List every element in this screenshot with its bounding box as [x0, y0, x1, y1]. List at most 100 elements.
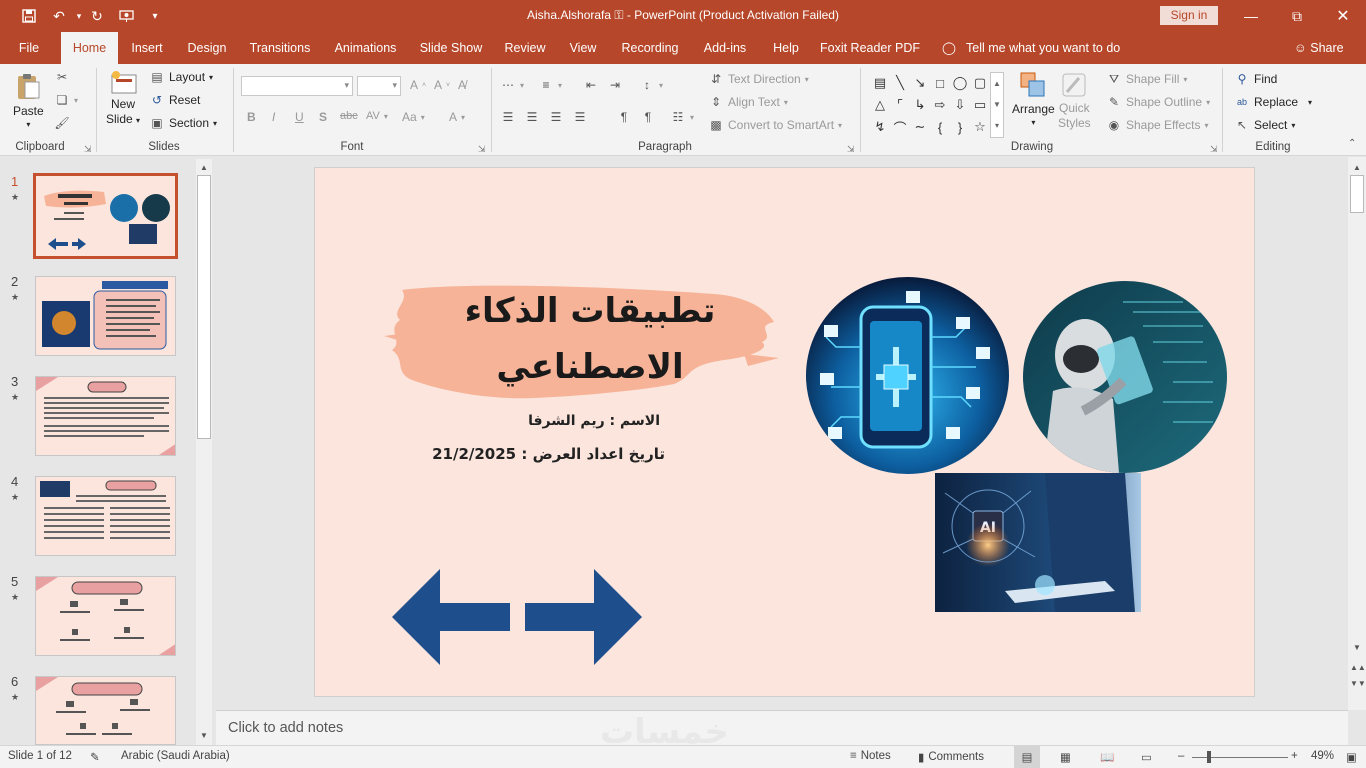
quick-styles-button[interactable]: Quick Styles	[1058, 70, 1091, 130]
zoom-slider-handle[interactable]	[1207, 751, 1211, 763]
slide-thumbnail-1[interactable]	[33, 173, 178, 259]
columns-button[interactable]: ☷ ▾	[670, 110, 694, 124]
tab-animations[interactable]: Animations	[329, 32, 402, 64]
slide-title[interactable]: تطبيقات الذكاء الاصطناعي	[440, 283, 740, 395]
collapse-ribbon-icon[interactable]: ⌃	[1348, 138, 1356, 149]
paste-button[interactable]: Paste ▾	[13, 72, 44, 129]
close-icon[interactable]: ✕	[1320, 0, 1366, 32]
fit-slide-icon[interactable]: ▣	[1346, 750, 1357, 764]
line-spacing-button[interactable]: ↕ ▾	[639, 78, 663, 92]
font-launcher-icon[interactable]: ⇲	[478, 144, 486, 155]
rtl-button[interactable]: ¶	[640, 110, 656, 124]
tab-file[interactable]: File	[10, 32, 48, 64]
oval-shape-icon[interactable]: ◯	[950, 72, 970, 94]
align-text-button[interactable]: ⇕ Align Text ▾	[708, 95, 788, 109]
change-case-button[interactable]: Aa ▾	[402, 110, 425, 124]
justify-button[interactable]: ☰	[572, 110, 588, 124]
section-button[interactable]: ▣ Section ▾	[149, 116, 217, 130]
zoom-in-button[interactable]: +	[1291, 750, 1298, 762]
slide-thumbnail-6[interactable]	[35, 676, 176, 745]
presentation-date[interactable]: تاريخ اعداد العرض : 21/2/2025	[400, 445, 665, 463]
robot-circle-image[interactable]	[1023, 281, 1227, 473]
tab-home[interactable]: Home	[61, 32, 118, 64]
numbering-button[interactable]: ≡ ▾	[538, 78, 562, 92]
tab-transitions[interactable]: Transitions	[246, 32, 314, 64]
tab-foxit-reader-pdf[interactable]: Foxit Reader PDF	[818, 32, 922, 64]
tab-design[interactable]: Design	[182, 32, 232, 64]
layout-button[interactable]: ▤ Layout ▾	[149, 70, 213, 84]
strikethrough-button[interactable]: abc	[340, 110, 358, 122]
tab-insert[interactable]: Insert	[125, 32, 169, 64]
convert-smartart-button[interactable]: ▩ Convert to SmartArt ▾	[708, 118, 842, 132]
tab-recording[interactable]: Recording	[617, 32, 683, 64]
grow-font-button[interactable]: A ˄	[410, 78, 426, 92]
triangle-shape-icon[interactable]: △	[870, 94, 890, 116]
tab-view[interactable]: View	[562, 32, 604, 64]
scroll-down-icon[interactable]: ▼	[197, 729, 211, 743]
right-arrow-shape-icon[interactable]: ⇨	[930, 94, 950, 116]
clear-formatting-button[interactable]: A̸	[458, 78, 466, 92]
underline-button[interactable]: U	[295, 110, 304, 124]
comments-button[interactable]: ▮ Comments	[918, 750, 984, 764]
find-button[interactable]: ⚲ Find	[1234, 72, 1278, 86]
drawing-launcher-icon[interactable]: ⇲	[1210, 144, 1218, 155]
rectangle-shape-icon[interactable]: □	[930, 72, 950, 94]
slide-thumbnail-5[interactable]	[35, 576, 176, 656]
flowchart-shape-icon[interactable]: ▭	[970, 94, 990, 116]
tell-me-search[interactable]: ◯ Tell me what you want to do	[942, 32, 1120, 64]
zoom-out-button[interactable]: –	[1178, 750, 1184, 762]
share-button[interactable]: ☺ Share	[1294, 32, 1344, 64]
right-brace-shape-icon[interactable]: }	[950, 116, 970, 138]
reading-view-button[interactable]: 📖	[1100, 750, 1114, 764]
sign-in-button[interactable]: Sign in	[1160, 6, 1218, 25]
clipboard-launcher-icon[interactable]: ⇲	[84, 144, 92, 155]
character-spacing-button[interactable]: AV ▾	[366, 110, 388, 122]
ltr-button[interactable]: ¶	[616, 110, 632, 124]
slide-indicator[interactable]: Slide 1 of 12	[8, 750, 72, 762]
slideshow-button[interactable]: ▭	[1141, 750, 1152, 764]
scroll-up-icon[interactable]: ▲	[197, 161, 211, 175]
thumbnail-scrollbar[interactable]: ▲ ▼	[196, 159, 212, 745]
normal-view-button[interactable]: ▤	[1014, 746, 1040, 768]
increase-indent-button[interactable]: ⇥	[607, 78, 623, 92]
presenter-name[interactable]: الاسم : ريم الشرفا	[480, 413, 660, 429]
format-painter-button[interactable]: 🖌	[54, 116, 70, 130]
text-direction-button[interactable]: ⇵ Text Direction ▾	[708, 72, 809, 86]
ai-businessman-image[interactable]: AI	[935, 473, 1141, 612]
replace-button[interactable]: ab Replace ▾	[1234, 95, 1312, 109]
scroll-thumb[interactable]	[197, 175, 211, 439]
decrease-indent-button[interactable]: ⇤	[583, 78, 599, 92]
left-arrow-shape[interactable]	[392, 569, 510, 665]
italic-button[interactable]: I	[272, 110, 275, 124]
arc-shape-icon[interactable]: ⌒	[890, 116, 910, 138]
shape-fill-button[interactable]: ⛛ Shape Fill ▾	[1106, 72, 1187, 86]
scroll-thumb[interactable]	[1350, 175, 1364, 213]
font-color-button[interactable]: A ▾	[449, 110, 465, 124]
slide-thumbnail-2[interactable]	[35, 276, 176, 356]
text-shadow-button[interactable]: S	[319, 110, 327, 124]
next-slide-icon[interactable]: ▼▼	[1350, 677, 1366, 691]
arrange-button[interactable]: Arrange ▾	[1012, 70, 1055, 127]
bullets-button[interactable]: ⋯ ▾	[500, 78, 524, 92]
tab-help[interactable]: Help	[766, 32, 806, 64]
tab-add-ins[interactable]: Add-ins	[697, 32, 753, 64]
shrink-font-button[interactable]: A ˅	[434, 78, 450, 92]
slide-sorter-button[interactable]: ▦	[1060, 750, 1071, 764]
zoom-level[interactable]: 49%	[1311, 750, 1334, 762]
notes-button[interactable]: ≡ Notes	[850, 750, 891, 762]
right-arrow-shape[interactable]	[525, 569, 642, 665]
bold-button[interactable]: B	[247, 110, 256, 124]
down-arrow-shape-icon[interactable]: ⇩	[950, 94, 970, 116]
paragraph-launcher-icon[interactable]: ⇲	[847, 144, 855, 155]
scroll-down-icon[interactable]: ▼	[1350, 641, 1364, 655]
elbow-arrow-shape-icon[interactable]: ↳	[910, 94, 930, 116]
slide-thumbnail-3[interactable]	[35, 376, 176, 456]
shape-outline-button[interactable]: ✎ Shape Outline ▾	[1106, 95, 1210, 109]
ai-phone-circle-image[interactable]	[806, 277, 1009, 474]
language-indicator[interactable]: Arabic (Saudi Arabia)	[121, 750, 230, 762]
scroll-up-icon[interactable]: ▲	[1350, 161, 1364, 175]
left-brace-shape-icon[interactable]: {	[930, 116, 950, 138]
font-name-combo[interactable]: ▾	[241, 76, 353, 96]
cut-button[interactable]: ✂	[54, 70, 70, 84]
align-left-button[interactable]: ☰	[500, 110, 516, 124]
